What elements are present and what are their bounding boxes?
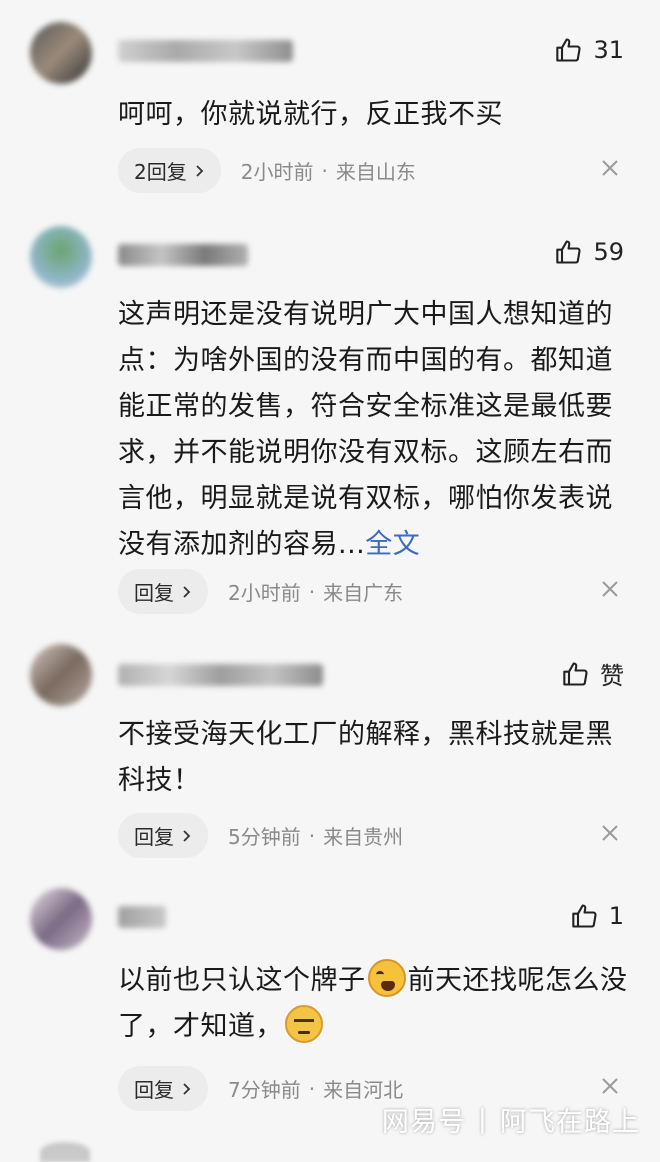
comment-location: 来自河北 (323, 1078, 404, 1102)
reply-button[interactable]: 回复 (118, 813, 208, 858)
close-icon[interactable] (600, 579, 620, 599)
like-count: 31 (593, 36, 624, 64)
close-icon[interactable] (600, 823, 620, 843)
comment-time: 2小时前 (228, 581, 301, 605)
close-icon[interactable] (600, 1076, 620, 1096)
annoyed-face-emoji (285, 1005, 323, 1043)
meta-separator: · (308, 1076, 316, 1101)
username-blurred[interactable] (118, 664, 323, 686)
reply-label: 2回复 (134, 160, 187, 184)
username-blurred[interactable] (118, 906, 166, 928)
thumbs-up-icon (563, 661, 588, 686)
like-button[interactable]: 59 (555, 238, 624, 266)
chevron-right-icon (183, 1082, 191, 1095)
meta-separator: · (321, 158, 328, 183)
reply-button[interactable]: 回复 (118, 569, 208, 614)
username-blurred[interactable] (118, 244, 248, 266)
comment-meta: 回复 2小时前 · 来自广东 (118, 569, 403, 614)
avatar[interactable] (30, 888, 92, 950)
reply-button[interactable]: 2回复 (118, 148, 221, 193)
like-count: 1 (608, 902, 624, 930)
like-button[interactable]: 赞 (562, 656, 624, 691)
full-text-link[interactable]: 全文 (365, 529, 420, 560)
like-count: 59 (593, 238, 624, 266)
close-icon[interactable] (600, 158, 620, 178)
meta-separator: · (308, 579, 316, 604)
comment-text: 这声明还是没有说明广大中国人想知道的点：为啥外国的没有而中国的有。都知道能正常的… (118, 299, 613, 560)
reply-label: 回复 (134, 581, 174, 605)
watermark-brand: 网易号 (381, 1107, 466, 1138)
avatar[interactable] (30, 644, 92, 706)
chevron-right-icon (183, 829, 191, 842)
comment-meta: 回复 5分钟前 · 来自贵州 (118, 813, 403, 858)
avatar[interactable] (30, 226, 92, 288)
comment-text: 呵呵，你就说就行，反正我不买 (118, 99, 503, 130)
watermark: 网易号 | 阿飞在路上 (382, 1100, 640, 1139)
comment-text: 以前也只认这个牌子 前天还找呢怎么没了，才知道， (118, 958, 628, 1050)
crying-laughing-emoji (367, 959, 406, 997)
comment-location: 来自贵州 (323, 825, 404, 849)
reply-button[interactable]: 回复 (118, 1066, 208, 1111)
comment-meta: 2回复 2小时前 · 来自山东 (118, 148, 416, 193)
chevron-right-icon (196, 164, 204, 177)
avatar[interactable] (30, 22, 92, 84)
avatar (40, 1142, 90, 1162)
like-button[interactable]: 31 (555, 36, 624, 64)
comment-time: 2小时前 (240, 160, 314, 184)
comment-time: 7分钟前 (228, 1078, 301, 1102)
username-blurred[interactable] (118, 40, 293, 62)
thumbs-up-icon (556, 240, 582, 264)
thumbs-up-icon (556, 38, 582, 62)
thumbs-up-icon (572, 904, 597, 928)
comment-time: 5分钟前 (228, 825, 301, 849)
comment-location: 来自广东 (323, 581, 404, 605)
reply-label: 回复 (134, 825, 174, 849)
like-button[interactable]: 1 (571, 902, 624, 930)
watermark-author: 阿飞在路上 (500, 1107, 640, 1138)
like-count: 赞 (600, 662, 624, 690)
comment-meta: 回复 7分钟前 · 来自河北 (118, 1066, 403, 1111)
meta-separator: · (308, 823, 316, 848)
comment-location: 来自山东 (335, 160, 416, 184)
watermark-separator: | (477, 1104, 488, 1135)
reply-label: 回复 (134, 1078, 174, 1102)
comment-text: 不接受海天化工厂的解释，黑科技就是黑科技！ (118, 719, 613, 796)
chevron-right-icon (183, 585, 191, 598)
